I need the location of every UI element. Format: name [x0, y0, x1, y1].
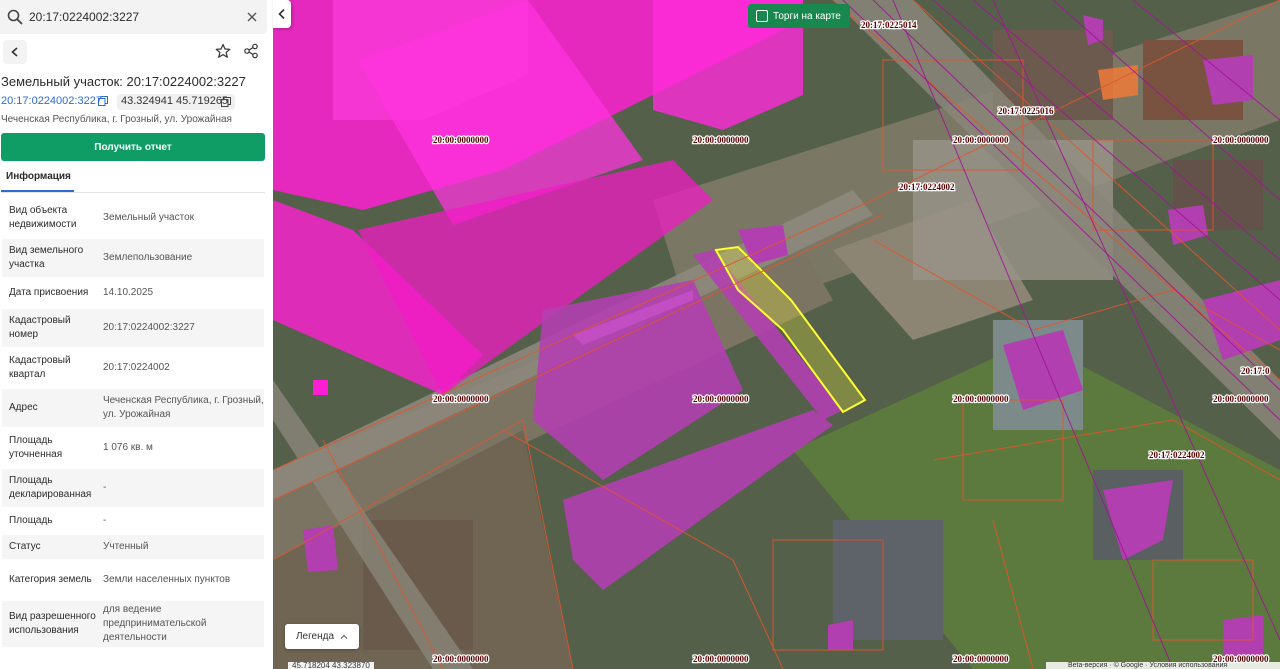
property-value: Земли населенных пунктов [103, 574, 231, 585]
map-label-quarter: 20:17:0224002 [899, 182, 955, 192]
property-row: Вид земельного участка Землепользование [2, 239, 264, 277]
property-row: Кадастровый номер 20:17:0224002:3227 [2, 309, 264, 347]
map-label-zone: 20:00:0000000 [1213, 135, 1269, 145]
property-row: Статус Учтенный [2, 535, 264, 559]
map-label-zone: 20:00:0000000 [1213, 394, 1269, 404]
cadastral-number-link[interactable]: 20:17:0224002:3227 [1, 95, 102, 107]
property-label: Кадастровый номер [9, 315, 71, 340]
map-label-zone: 20:00:0000000 [433, 654, 489, 664]
search-bar [0, 0, 267, 34]
property-value: 20:17:0224002:3227 [103, 322, 195, 333]
map-label-zone: 20:00:0000000 [693, 135, 749, 145]
map-canvas[interactable]: 20:17:0225014 20:17:0225016 20:17:022400… [273, 0, 1280, 669]
property-row: Дата присвоения 14.10.2025 [2, 279, 264, 307]
property-value: 1 076 кв. м [103, 442, 153, 453]
checkbox-icon[interactable] [756, 10, 768, 22]
map-label-zone: 20:00:0000000 [693, 394, 749, 404]
property-label: Площадь декларированная [9, 475, 92, 500]
property-label: Дата присвоения [9, 287, 89, 298]
search-input[interactable] [29, 8, 239, 26]
property-label: Площадь [9, 515, 53, 526]
cadastral-map[interactable]: 20:17:0225014 20:17:0225016 20:17:022400… [273, 0, 1280, 669]
info-sidebar: Земельный участок: 20:17:0224002:3227 20… [0, 0, 273, 669]
property-label: Категория земель [9, 574, 92, 585]
coordinates-text: 43.324941 45.719265 [121, 95, 229, 107]
property-value: - [103, 515, 107, 526]
property-value: 20:17:0224002 [103, 362, 170, 373]
property-value: для ведение предпринимательской деятельн… [103, 604, 207, 643]
map-label-zone: 20:00:0000000 [953, 654, 1009, 664]
coordinates-chip[interactable]: 43.324941 45.719265 [117, 94, 235, 110]
property-row: Площадь уточненная 1 076 кв. м [2, 429, 264, 467]
property-value: Чеченская Республика, г. Грозный, ул. Ур… [103, 395, 264, 420]
map-label-zone: 20:00:0000000 [433, 135, 489, 145]
close-icon[interactable] [246, 11, 258, 23]
property-value: Учтенный [103, 541, 149, 552]
property-row: Площадь - [2, 509, 264, 533]
coordinates-readout: 45.718204 43.323870 [288, 662, 374, 669]
property-row: Вид разрешенного использования для ведени… [2, 601, 264, 647]
property-label: Адрес [9, 402, 38, 413]
property-label: Вид разрешенного использования [9, 611, 96, 636]
map-label-zone: 20:00:0000000 [433, 394, 489, 404]
map-label-quarter: 20:17:0225014 [861, 20, 917, 30]
tab-information[interactable]: Информация [6, 171, 71, 182]
property-row: Кадастровый квартал 20:17:0224002 [2, 349, 264, 387]
page-title: Земельный участок: 20:17:0224002:3227 [1, 74, 246, 89]
chevron-left-icon [11, 47, 18, 57]
map-label-quarter: 20:17:0225016 [998, 106, 1054, 116]
property-value: Землепользование [103, 252, 193, 263]
auctions-on-map-label: Торги на карте [773, 10, 841, 22]
share-icon[interactable] [243, 43, 259, 59]
copy-icon[interactable] [221, 97, 231, 107]
legend-button[interactable]: Легенда [285, 624, 359, 649]
tab-divider [1, 192, 265, 193]
auctions-on-map-toggle[interactable]: Торги на карте [748, 4, 850, 28]
map-label-zone: 20:00:0000000 [953, 135, 1009, 145]
property-row: Категория земель Земли населенных пунктов [2, 561, 264, 599]
property-value: Земельный участок [103, 212, 195, 223]
copy-icon[interactable] [98, 96, 108, 106]
map-label-zone: 20:00:0000000 [693, 654, 749, 664]
legend-label: Легенда [295, 631, 335, 642]
star-icon[interactable] [215, 43, 231, 59]
property-value: - [103, 482, 107, 493]
map-attribution: Beta-версия · © Google · Условия использ… [1046, 662, 1280, 669]
property-label: Площадь уточненная [9, 435, 63, 460]
property-value: 14.10.2025 [103, 287, 154, 298]
property-row: Площадь декларированная - [2, 469, 264, 507]
collapse-sidebar-button[interactable] [273, 0, 291, 28]
map-label-quarter: 20:17:0224002 [1149, 450, 1205, 460]
property-label: Кадастровый квартал [9, 355, 71, 380]
search-icon [7, 9, 23, 25]
map-label-zone: 20:00:0000000 [953, 394, 1009, 404]
property-row: Адрес Чеченская Республика, г. Грозный, у… [2, 389, 264, 427]
property-label: Вид объекта недвижимости [9, 205, 77, 230]
get-report-button[interactable]: Получить отчет [1, 133, 265, 161]
back-button[interactable] [3, 40, 27, 64]
properties-table: Вид объекта недвижимости Земельный участо… [2, 199, 264, 649]
map-label-quarter: 20:17:0 [1241, 366, 1270, 376]
property-label: Вид земельного участка [9, 245, 84, 270]
chevron-left-icon [278, 8, 285, 20]
address-line: Чеченская Республика, г. Грозный, ул. Ур… [1, 114, 232, 125]
property-row: Вид объекта недвижимости Земельный участо… [2, 199, 264, 237]
property-label: Статус [9, 541, 41, 552]
chevron-up-icon [340, 634, 348, 639]
